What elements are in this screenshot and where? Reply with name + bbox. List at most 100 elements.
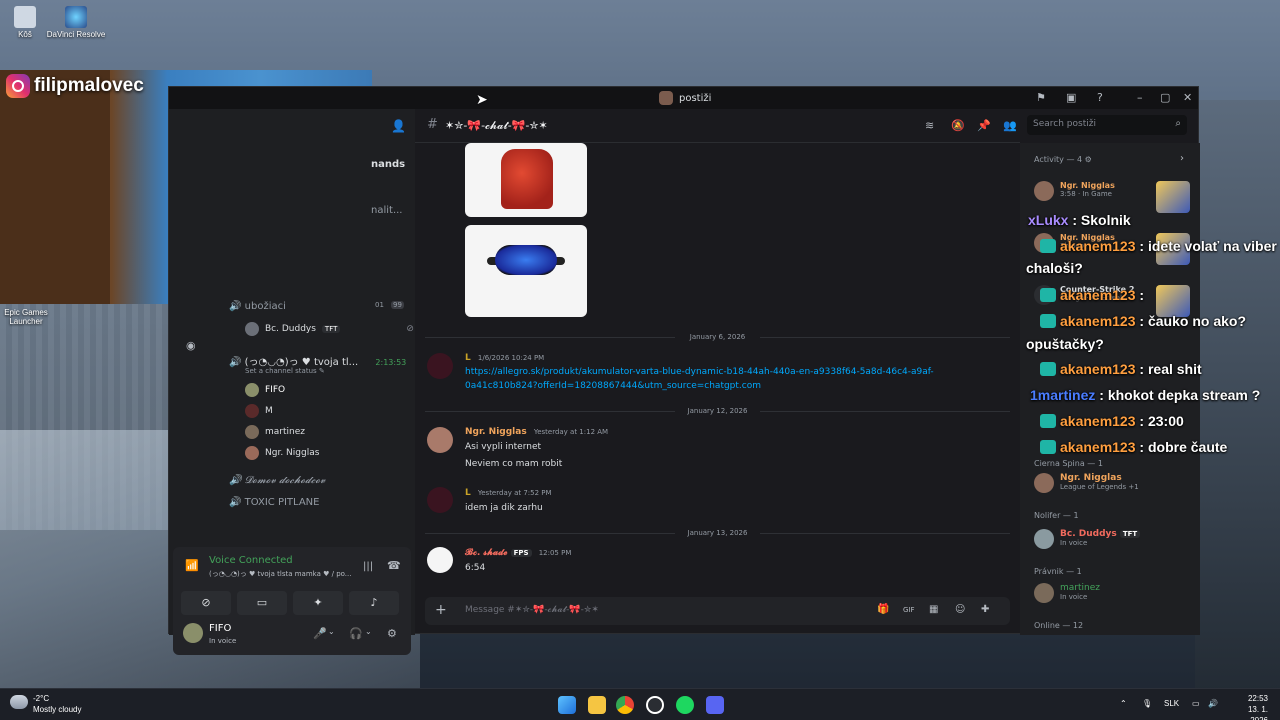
message-author[interactable]: Ngr. Nigglas Yesterday at 1:12 AM xyxy=(465,427,608,437)
chat-text: Skolnik xyxy=(1080,212,1131,228)
voice-channel-toxic-pitlane[interactable]: 🔊 TOXIC PITLANE xyxy=(229,497,319,508)
avatar xyxy=(1034,473,1054,493)
weather-cloud-icon[interactable] xyxy=(10,695,28,709)
desktop-icon-label: Epic Games Launcher xyxy=(4,308,48,326)
member-row[interactable]: Bc. Duddys TFT In voice xyxy=(1034,529,1141,549)
author-name: L xyxy=(465,488,471,498)
apps-icon[interactable]: ✚ xyxy=(981,604,989,615)
clock[interactable]: 22:53 13. 1. 2026 xyxy=(1228,693,1268,720)
headphones-icon[interactable]: 🎧 xyxy=(349,627,363,640)
language-indicator[interactable]: SLK xyxy=(1164,699,1179,708)
maximize-icon[interactable]: ▢ xyxy=(1160,91,1170,104)
emoji-icon[interactable]: ☺ xyxy=(955,604,965,615)
channel-status[interactable]: Set a channel status ✎ xyxy=(245,367,325,375)
channel-title: ✶✮-🎀-𝓬𝓱𝓪𝓽-🎀-✮✶ xyxy=(445,119,548,132)
clock-date: 13. 1. 2026 xyxy=(1247,705,1268,720)
image-attachment-jacket[interactable] xyxy=(465,143,587,217)
soundboard-button[interactable]: ♪ xyxy=(349,591,399,615)
gift-icon[interactable]: 🎁 xyxy=(877,604,889,615)
avatar xyxy=(1034,583,1054,603)
settings-icon[interactable]: ⚙ xyxy=(387,627,397,640)
message-author[interactable]: L Yesterday at 7:52 PM xyxy=(465,488,552,498)
notification-bell-icon[interactable]: 🔕 xyxy=(951,119,965,132)
sticker-icon[interactable]: ▦ xyxy=(929,604,938,615)
message-list: January 6, 2026 L 1/6/2026 10:24 PM http… xyxy=(415,143,1020,593)
chevron-right-icon[interactable]: › xyxy=(1180,153,1184,164)
file-explorer-icon[interactable] xyxy=(588,696,606,714)
obs-icon[interactable] xyxy=(646,696,664,714)
member-row[interactable]: martinez In voice xyxy=(1034,583,1100,603)
voice-channel-domov[interactable]: 🔊 𝓓𝓸𝓶𝓸𝓿 𝓭𝓸𝓬𝓱𝓸𝓭𝓬𝓸𝓿 xyxy=(229,475,325,486)
activity-icon[interactable]: ◉ xyxy=(186,339,196,352)
voice-user[interactable]: M xyxy=(245,404,273,418)
start-windows-icon[interactable] xyxy=(558,696,576,714)
camera-button[interactable]: ⊘ xyxy=(181,591,231,615)
member-activity: 3:58 · In Game xyxy=(1060,190,1112,198)
screen-share-button[interactable]: ▭ xyxy=(237,591,287,615)
search-icon: ⌕ xyxy=(1175,118,1181,129)
title-bar: postiži ⚑ ▣ ? – ▢ ✕ xyxy=(169,87,1198,109)
add-friend-icon[interactable]: 👤 xyxy=(391,119,406,133)
voice-user[interactable]: martinez xyxy=(245,425,305,439)
voice-channel-tvoja[interactable]: 🔊 (っ◔◡◔)っ ♥ tvoja tl... 2:13:53 xyxy=(229,353,406,368)
message-author[interactable]: L 1/6/2026 10:24 PM xyxy=(465,353,544,363)
voice-user[interactable]: FIFO xyxy=(245,383,285,397)
voice-user[interactable]: Bc. Duddys TFT ⊘ xyxy=(245,322,414,336)
channel-label: ubožiaci xyxy=(244,301,286,312)
chrome-icon[interactable] xyxy=(616,696,634,714)
chevron-down-icon[interactable]: ⌄ xyxy=(328,627,335,636)
voice-user[interactable]: Ngr. Nigglas xyxy=(245,446,319,460)
weather-temperature[interactable]: -2°C xyxy=(33,694,49,703)
volume-icon[interactable]: 🔊 xyxy=(1208,699,1218,708)
current-user-status: In voice xyxy=(209,637,237,645)
pin-icon[interactable]: 📌 xyxy=(977,119,991,132)
help-icon[interactable]: ? xyxy=(1097,91,1103,104)
avatar[interactable] xyxy=(427,353,453,379)
weather-description[interactable]: Mostly cloudy xyxy=(33,705,81,714)
message-link[interactable]: https://allegro.sk/produkt/akumulator-va… xyxy=(465,365,965,393)
avatar[interactable] xyxy=(427,427,453,453)
close-icon[interactable]: ✕ xyxy=(1183,91,1192,104)
spotify-icon[interactable] xyxy=(676,696,694,714)
minimize-icon[interactable]: – xyxy=(1137,91,1143,104)
activity-header[interactable]: Activity — 4 ⚙ xyxy=(1034,155,1092,164)
chat-message: chaloši? xyxy=(1026,260,1083,276)
chat-message: opuštačky? xyxy=(1026,336,1104,352)
voice-user-name: FIFO xyxy=(265,385,286,395)
avatar[interactable] xyxy=(183,623,203,643)
activity-card[interactable]: Ngr. Nigglas 3:58 · In Game xyxy=(1034,181,1115,201)
member-row[interactable]: Ngr. Nigglas League of Legends +1 xyxy=(1034,473,1139,493)
hashtag-icon: # xyxy=(427,117,438,132)
chevron-down-icon[interactable]: ⌄ xyxy=(365,627,372,636)
threads-icon[interactable]: ≋ xyxy=(925,119,934,132)
discord-icon[interactable] xyxy=(706,696,724,714)
chat-username: akanem123 xyxy=(1060,238,1136,254)
plus-icon[interactable]: + xyxy=(435,602,447,618)
chat-text: opuštačky? xyxy=(1026,336,1104,352)
noise-suppression-icon[interactable]: ||| xyxy=(363,561,373,572)
gif-icon[interactable]: GIF xyxy=(903,606,915,614)
desktop-icon-epic-games[interactable]: Epic Games Launcher xyxy=(0,308,56,326)
avatar[interactable] xyxy=(427,487,453,513)
search-placeholder: Search postiži xyxy=(1033,119,1096,129)
chat-badge-icon xyxy=(1040,314,1056,328)
message-author[interactable]: 𝓑𝓬. 𝓼𝓱𝓪𝓭𝓮 FPS 12:05 PM xyxy=(465,548,571,558)
inbox-icon[interactable]: ▣ xyxy=(1066,91,1076,104)
role-header: Nolifer — 1 xyxy=(1034,511,1079,520)
microphone-icon[interactable]: 🎤 xyxy=(313,627,327,640)
search-input[interactable]: Search postiži ⌕ xyxy=(1027,115,1187,135)
network-icon[interactable]: ▭ xyxy=(1192,699,1200,708)
desktop-icon-davinci[interactable]: DaVinci Resolve xyxy=(46,6,106,39)
microphone-tray-icon[interactable]: 🎙 xyxy=(1142,699,1152,708)
message-composer[interactable]: + Message #✶✮-🎀-𝓬𝓱𝓪𝓽-🎀-✮✶ 🎁 GIF ▦ ☺ ✚ xyxy=(425,597,1010,625)
image-attachment-goggles[interactable] xyxy=(465,225,587,317)
member-list-icon[interactable]: 👥 xyxy=(1003,119,1017,132)
voice-channel-ubožiaci[interactable]: 🔊 ubožiaci xyxy=(229,301,286,312)
message-text: Asi vypli internet xyxy=(465,442,542,452)
avatar[interactable] xyxy=(427,547,453,573)
chat-badge-icon xyxy=(1040,239,1056,253)
chevron-up-icon[interactable]: ⌃ xyxy=(1120,699,1127,708)
disconnect-icon[interactable]: ☎ xyxy=(387,559,401,572)
flag-icon[interactable]: ⚑ xyxy=(1036,91,1046,104)
activities-button[interactable]: ✦ xyxy=(293,591,343,615)
